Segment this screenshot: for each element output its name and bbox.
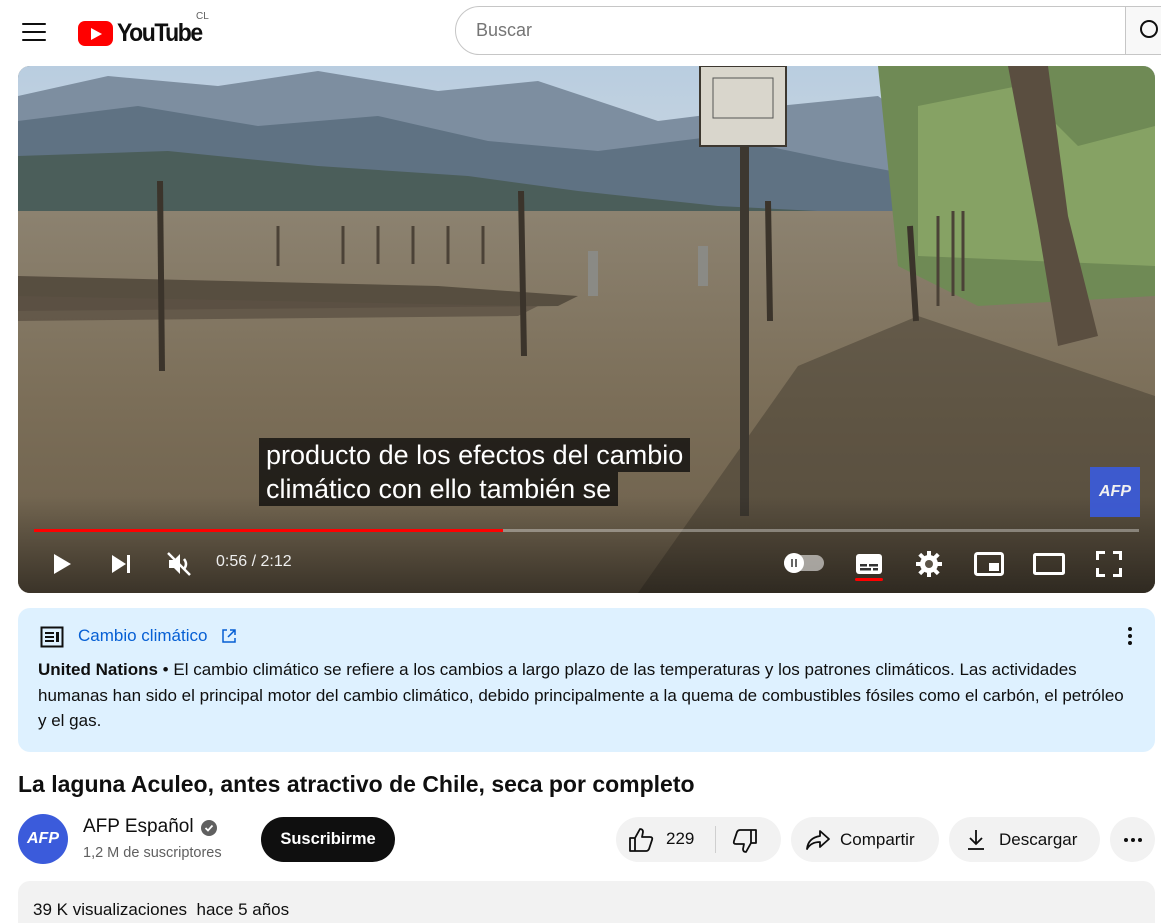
thumbs-up-icon xyxy=(629,828,654,852)
menu-icon[interactable] xyxy=(14,12,54,52)
channel-avatar[interactable]: AFP xyxy=(18,814,68,864)
subtitles-active-indicator xyxy=(855,578,883,581)
search-button[interactable] xyxy=(1125,6,1161,55)
like-button[interactable]: 229 xyxy=(616,817,715,862)
theater-icon xyxy=(1033,553,1065,575)
description-box[interactable]: 39 K visualizaciones hace 5 años xyxy=(18,881,1155,923)
settings-button[interactable] xyxy=(909,544,949,584)
miniplayer-icon xyxy=(974,552,1004,576)
fullscreen-button[interactable] xyxy=(1089,544,1129,584)
like-dislike-group: 229 xyxy=(616,817,781,862)
download-icon xyxy=(968,829,984,850)
video-title: La laguna Aculeo, antes atractivo de Chi… xyxy=(18,771,695,797)
article-icon xyxy=(40,626,64,648)
info-separator: • xyxy=(157,660,174,679)
video-player[interactable]: producto de los efectos del cambio climá… xyxy=(18,66,1155,593)
channel-name[interactable]: AFP Español xyxy=(83,816,194,838)
share-icon xyxy=(806,829,830,850)
more-actions-icon[interactable] xyxy=(1110,817,1155,862)
verified-badge-icon xyxy=(201,820,217,836)
download-label: Descargar xyxy=(999,829,1078,849)
caption-window: producto de los efectos del cambio climá… xyxy=(259,438,691,506)
subscriber-count: 1,2 M de suscriptores xyxy=(83,845,222,861)
theater-mode-button[interactable] xyxy=(1029,544,1069,584)
subscribe-button[interactable]: Suscribirme xyxy=(261,817,395,862)
progress-bar[interactable] xyxy=(34,529,1139,532)
youtube-play-icon xyxy=(78,21,113,46)
play-button[interactable] xyxy=(41,544,81,584)
external-link-icon[interactable] xyxy=(221,628,237,644)
view-count: 39 K visualizaciones xyxy=(33,900,188,919)
info-panel-menu-icon[interactable] xyxy=(1118,624,1142,648)
caption-line: climático con ello también se xyxy=(259,472,619,506)
muted-speaker-icon xyxy=(167,552,191,576)
next-icon xyxy=(112,555,130,573)
like-count: 229 xyxy=(666,829,695,848)
caption-line: producto de los efectos del cambio xyxy=(259,438,691,472)
info-source: United Nations xyxy=(38,660,158,679)
miniplayer-button[interactable] xyxy=(969,544,1009,584)
afp-watermark: AFP xyxy=(1090,467,1140,517)
download-button[interactable]: Descargar xyxy=(949,817,1100,862)
search-icon xyxy=(1140,20,1158,38)
information-panel: Cambio climático United Nations • El cam… xyxy=(18,608,1155,752)
next-button[interactable] xyxy=(101,544,141,584)
share-label: Compartir xyxy=(840,829,915,849)
country-code: CL xyxy=(196,11,209,22)
search-input[interactable] xyxy=(456,7,1096,54)
subtitles-icon xyxy=(856,554,882,574)
thumbs-down-icon xyxy=(732,829,757,853)
search-box xyxy=(455,6,1161,55)
time-display: 0:56 / 2:12 xyxy=(216,553,292,570)
share-button[interactable]: Compartir xyxy=(791,817,939,862)
masthead: YouTube CL xyxy=(0,0,1161,64)
publish-date: hace 5 años xyxy=(196,900,290,919)
play-icon xyxy=(54,554,71,574)
youtube-logo[interactable]: YouTube CL xyxy=(78,11,209,48)
topic-link[interactable]: Cambio climático xyxy=(78,626,207,646)
gear-icon xyxy=(916,551,942,577)
info-panel-description: United Nations • El cambio climático se … xyxy=(38,657,1128,734)
logo-text: YouTube xyxy=(117,19,203,47)
fullscreen-icon xyxy=(1096,551,1122,577)
dislike-button[interactable] xyxy=(716,817,781,862)
video-metadata: 39 K visualizaciones hace 5 años xyxy=(33,900,289,920)
info-text: El cambio climático se refiere a los cam… xyxy=(38,660,1124,730)
progress-played xyxy=(34,529,503,532)
autoplay-toggle[interactable] xyxy=(784,553,824,573)
mute-button[interactable] xyxy=(159,544,199,584)
pause-icon xyxy=(784,553,804,573)
